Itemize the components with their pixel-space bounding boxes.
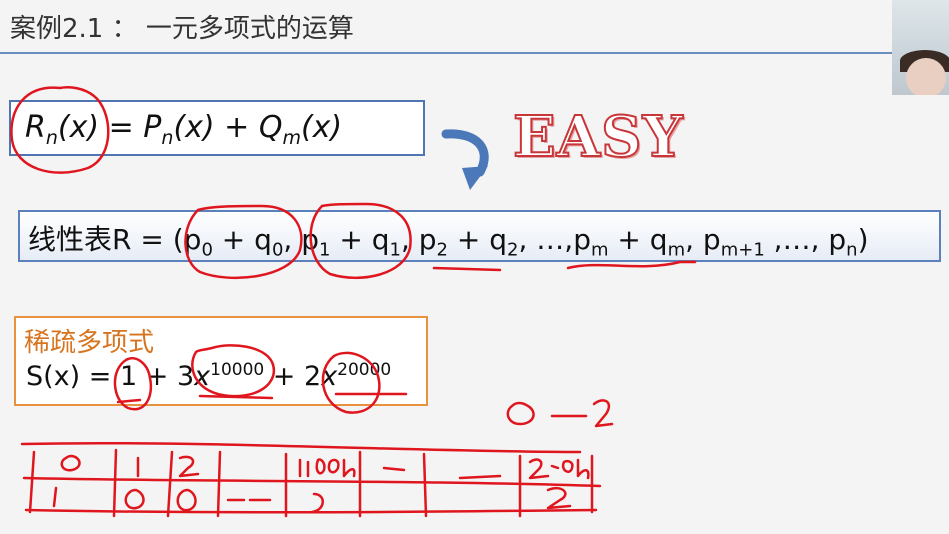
term-tail: pm+1 ,…, pn) [702, 223, 869, 261]
term-1: p1 + q1, [301, 223, 419, 261]
slide-title: 案例2.1 ： 一元多项式的运算 [10, 14, 354, 44]
sparse-x1: x [194, 361, 211, 392]
sparse-lhs: S(x) = [26, 361, 120, 392]
sparse-plus-3: + 3 [137, 361, 195, 392]
ink-table-bottom [24, 508, 598, 514]
formula-equals: = [99, 110, 144, 145]
formula-p: P [143, 110, 162, 145]
linear-list-box: 线性表R = (p0 + q0, p1 + q1, p2 + q2, …,pm … [18, 210, 941, 262]
presenter-face [906, 58, 946, 95]
term-m: pm + qm, [573, 223, 703, 261]
sparse-polynomial-label: 稀疏多项式 [24, 328, 155, 358]
sparse-polynomial-expression: S(x) = 1 + 3x10000 + 2x20000 [26, 360, 391, 392]
formula-r-arg: (x) [57, 110, 100, 145]
title-divider [0, 52, 892, 54]
ink-underline-p2 [432, 266, 502, 272]
curved-arrow-icon [441, 129, 489, 190]
presenter-webcam-thumbnail [892, 0, 949, 95]
linear-list-prefix: 线性表R = ( [28, 223, 184, 256]
formula-q: Q [258, 110, 283, 145]
formula-r-sub: n [45, 127, 58, 149]
sparse-x2: x [321, 361, 338, 392]
easy-stamp: EASY [512, 103, 684, 171]
sparse-plus-2: + 2 [264, 361, 322, 392]
term-0: p0 + q0, [183, 223, 302, 261]
sparse-exp-10000: 10000 [210, 360, 265, 380]
formula-sum-box: Rn(x) = Pn(x) + Qm(x) [9, 100, 425, 156]
sparse-polynomial-box: 稀疏多项式 S(x) = 1 + 3x10000 + 2x20000 [14, 316, 428, 406]
term-2: p2 + q2, …, [418, 223, 574, 261]
formula-p-arg: (x) [173, 110, 215, 145]
sparse-const: 1 [119, 361, 138, 392]
linear-list-formula: 线性表R = (p0 + q0, p1 + q1, p2 + q2, …,pm … [28, 218, 869, 261]
ink-underline-pm [566, 260, 697, 270]
formula-q-arg: (x) [300, 110, 343, 145]
formula-r: R [25, 110, 46, 145]
formula-plus: + [214, 110, 259, 145]
formula-q-sub: m [282, 127, 301, 149]
handwritten-annotations [10, 86, 697, 518]
ink-note-zero [506, 401, 535, 426]
sparse-exp-20000: 20000 [337, 360, 392, 380]
ink-table-top [20, 441, 582, 454]
formula-sum: Rn(x) = Pn(x) + Qm(x) [25, 110, 342, 149]
ink-note-two [592, 399, 614, 428]
formula-p-sub: n [161, 127, 174, 149]
ink-table-mid [22, 476, 602, 488]
